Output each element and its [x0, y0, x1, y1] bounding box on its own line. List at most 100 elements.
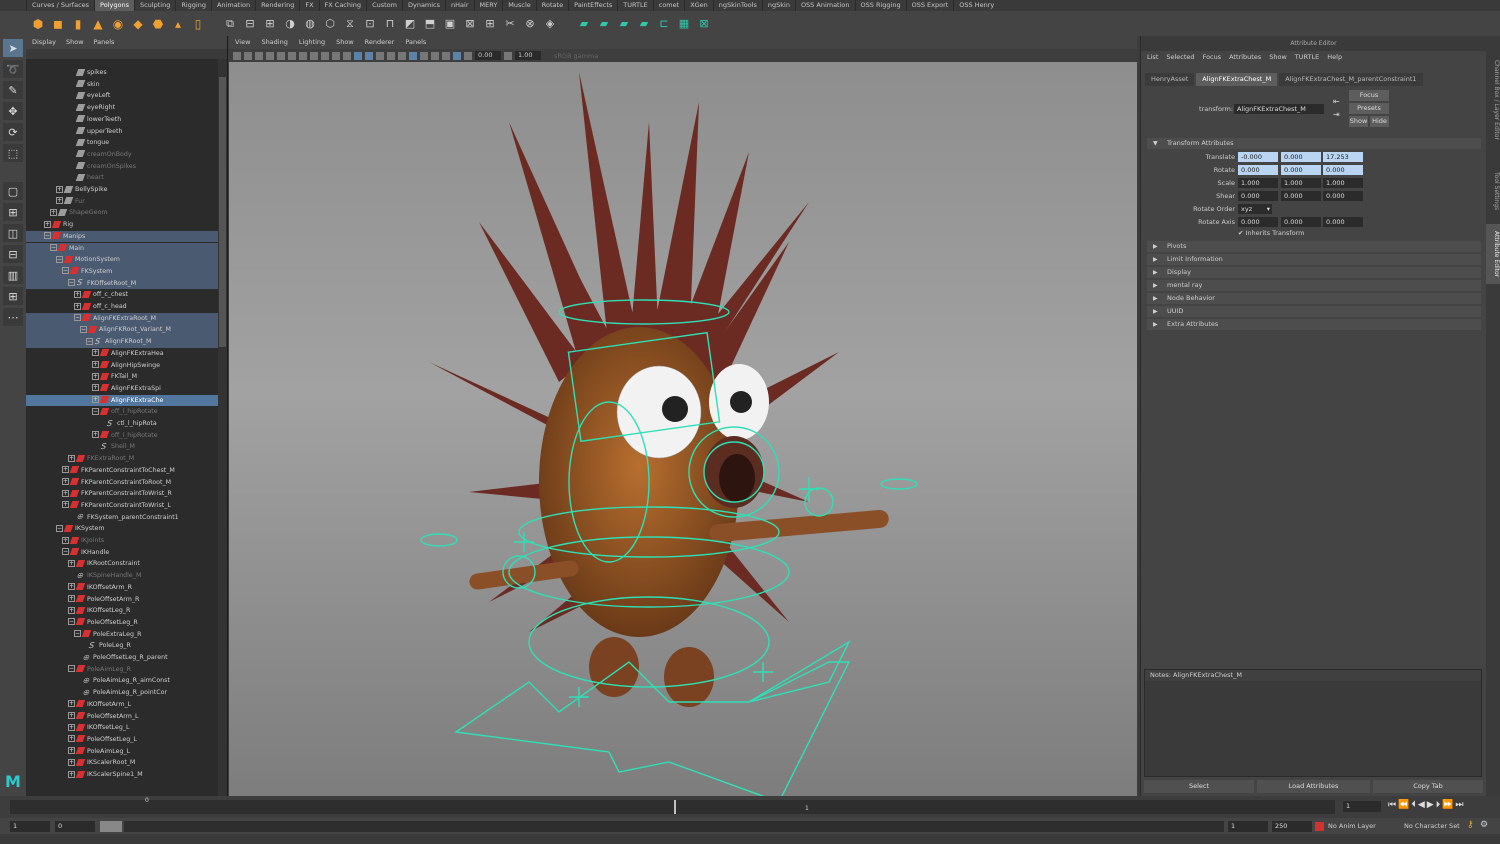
expand-icon[interactable]: +: [74, 302, 81, 310]
ae-tab-1[interactable]: AlignFKExtraChest_M: [1196, 73, 1278, 86]
ae-tab-0[interactable]: HenryAsset: [1145, 73, 1195, 86]
layout-options-icon[interactable]: ⋯: [3, 308, 23, 326]
outliner-row[interactable]: − IKHandle: [26, 547, 218, 559]
expand-icon[interactable]: +: [56, 185, 63, 193]
expand-icon[interactable]: +: [62, 536, 69, 544]
translate-z-field[interactable]: 17.253: [1323, 152, 1363, 162]
cone-icon[interactable]: ▲: [90, 16, 106, 32]
timeline-track[interactable]: [10, 800, 1335, 814]
outliner-row[interactable]: + IKJoints: [26, 535, 218, 547]
persp-graph-icon[interactable]: ⊟: [3, 245, 23, 263]
viewport-menu-view[interactable]: View: [235, 36, 250, 49]
expand-icon[interactable]: +: [68, 700, 75, 708]
outliner-row[interactable]: S Shell_M: [26, 441, 218, 453]
separate-icon[interactable]: ⊟: [242, 16, 258, 32]
outliner-row[interactable]: + IKRootConstraint: [26, 558, 218, 570]
shelf-tab-oss-animation[interactable]: OSS Animation: [794, 0, 855, 11]
field-chart-icon[interactable]: [321, 51, 329, 60]
shadows-icon[interactable]: [387, 51, 395, 60]
expand-icon[interactable]: +: [92, 384, 99, 392]
outliner-row[interactable]: + Rig: [26, 219, 218, 231]
shelf-tab-oss-export[interactable]: OSS Export: [905, 0, 954, 11]
rotate-y-field[interactable]: 0.000: [1281, 165, 1321, 175]
step-back-icon[interactable]: ⏪: [1398, 800, 1411, 810]
expand-icon[interactable]: +: [92, 431, 99, 439]
expand-icon[interactable]: +: [68, 723, 75, 731]
expand-icon[interactable]: +: [62, 501, 69, 509]
ae-menu-show[interactable]: Show: [1269, 51, 1287, 64]
rotate-x-field[interactable]: 0.000: [1238, 165, 1278, 175]
film-gate-icon[interactable]: [288, 51, 296, 60]
outliner-menu-panels[interactable]: Panels: [94, 36, 115, 49]
expand-icon[interactable]: +: [68, 559, 75, 567]
scale-y-field[interactable]: 1.000: [1281, 178, 1321, 188]
outliner-row[interactable]: creamOnBody: [26, 149, 218, 161]
select-button[interactable]: Select: [1144, 780, 1254, 793]
copy-tab-button[interactable]: Copy Tab: [1373, 780, 1483, 793]
shelf-tab-nhair[interactable]: nHair: [445, 0, 473, 11]
ae-menu-selected[interactable]: Selected: [1166, 51, 1194, 64]
xray-icon[interactable]: [409, 51, 417, 60]
outliner-row[interactable]: + FKParentConstraintToWrist_L: [26, 500, 218, 512]
go-to-end-icon[interactable]: ⏭: [1455, 800, 1465, 810]
expand-icon[interactable]: +: [68, 770, 75, 778]
outliner-row[interactable]: ⊕ IKSpineHandle_M: [26, 570, 218, 582]
select-tool-icon[interactable]: ➤: [3, 39, 23, 57]
persp-outliner-icon[interactable]: ▥: [3, 266, 23, 284]
outliner-row[interactable]: − PoleOffsetLeg_R: [26, 617, 218, 629]
expand-icon[interactable]: +: [62, 478, 69, 485]
pyramid-icon[interactable]: ▴: [170, 16, 186, 32]
expand-icon[interactable]: +: [68, 758, 75, 766]
viewport-menu-renderer[interactable]: Renderer: [365, 36, 395, 49]
multicut-icon[interactable]: ✂: [502, 16, 518, 32]
extrude-icon[interactable]: ⊡: [362, 16, 378, 32]
outliner-row[interactable]: + FKParentConstraintToChest_M: [26, 465, 218, 477]
character-set-dropdown[interactable]: No Character Set: [1404, 822, 1460, 830]
viewport-menu-shading[interactable]: Shading: [261, 36, 287, 49]
outliner-row[interactable]: + BellySpike: [26, 184, 218, 196]
ae-menu-focus[interactable]: Focus: [1203, 51, 1222, 64]
expand-icon[interactable]: +: [68, 747, 75, 755]
outliner-row[interactable]: + FKTail_M: [26, 371, 218, 383]
outliner-row[interactable]: + ShapeGeom: [26, 207, 218, 219]
expand-icon[interactable]: +: [68, 735, 75, 743]
expand-icon[interactable]: +: [92, 372, 99, 380]
transform-attributes-section[interactable]: ▼ Transform Attributes: [1147, 138, 1481, 149]
shelf-tab-rotate[interactable]: Rotate: [535, 0, 568, 11]
outliner-row[interactable]: + PoleOffsetArm_R: [26, 594, 218, 606]
3d-viewport[interactable]: [229, 62, 1137, 803]
shelf-tab-fx[interactable]: FX: [299, 0, 318, 11]
expand-icon[interactable]: +: [74, 290, 81, 298]
lighting-icon[interactable]: [376, 51, 384, 60]
outliner-row[interactable]: + IKOffsetArm_L: [26, 699, 218, 711]
fill-hole-icon[interactable]: ▣: [442, 16, 458, 32]
uv-editor-icon[interactable]: ▦: [676, 16, 692, 32]
expand-icon[interactable]: +: [68, 606, 75, 614]
ae-menu-turtle[interactable]: TURTLE: [1295, 51, 1319, 64]
range-bar[interactable]: [100, 821, 122, 832]
shear-y-field[interactable]: 0.000: [1281, 191, 1321, 201]
playback-end-field[interactable]: 250: [1272, 821, 1312, 832]
layout-icon[interactable]: ⊞: [3, 287, 23, 305]
viewport-menu-lighting[interactable]: Lighting: [299, 36, 325, 49]
ae-menu-list[interactable]: List: [1147, 51, 1158, 64]
outliner-row[interactable]: + FKExtraRoot_M: [26, 453, 218, 465]
collapse-icon[interactable]: −: [86, 337, 93, 345]
outliner-menu-show[interactable]: Show: [66, 36, 84, 49]
ae-menu-attributes[interactable]: Attributes: [1229, 51, 1261, 64]
colorspace-dropdown[interactable]: sRGB gamma: [554, 52, 634, 60]
exposure-field[interactable]: 0.00: [475, 51, 501, 60]
command-line[interactable]: [0, 834, 1500, 844]
collapse-icon[interactable]: −: [68, 279, 75, 287]
range-track[interactable]: [124, 821, 1224, 832]
anim-layer-dropdown[interactable]: No Anim Layer: [1328, 822, 1376, 830]
outliner-row[interactable]: + Fur: [26, 196, 218, 208]
shelf-tab-dynamics[interactable]: Dynamics: [401, 0, 445, 11]
isolate-icon[interactable]: [420, 51, 428, 60]
outliner-row[interactable]: ⊕ PoleAimLeg_R_pointCor: [26, 687, 218, 699]
collapse-icon[interactable]: −: [56, 524, 63, 532]
rotate-axis-z-field[interactable]: 0.000: [1323, 217, 1363, 227]
cylinder-icon[interactable]: ▮: [70, 16, 86, 32]
section-uuid[interactable]: ▶ UUID: [1147, 306, 1481, 317]
hide-button[interactable]: Hide: [1370, 116, 1389, 127]
